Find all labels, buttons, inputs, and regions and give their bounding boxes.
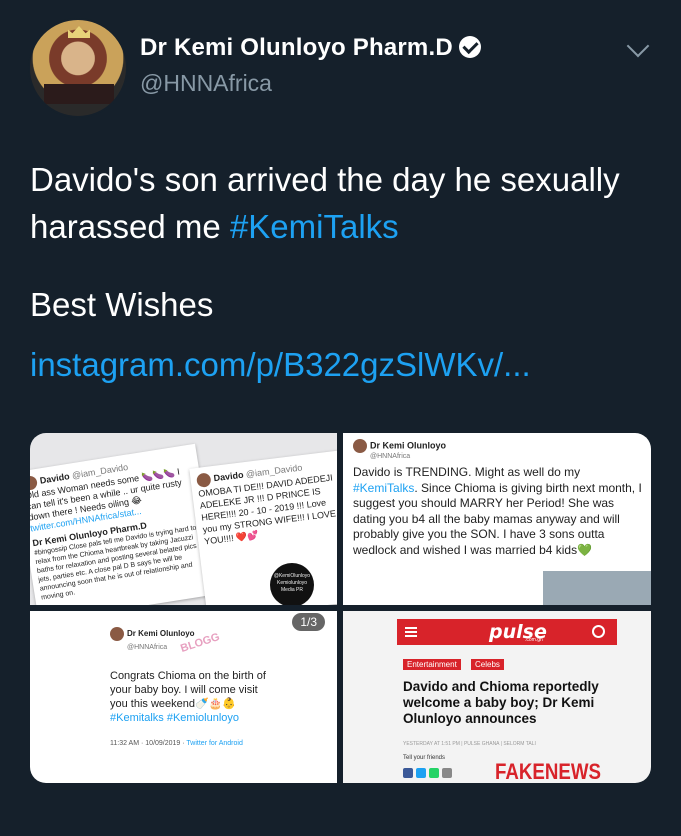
tweet-text-line2: Best Wishes bbox=[30, 286, 214, 323]
instagram-link[interactable]: instagram.com/p/B322gzSlWKv/... bbox=[30, 346, 531, 384]
media-pager: 1/3 bbox=[292, 613, 325, 631]
chevron-down-icon[interactable] bbox=[626, 34, 650, 58]
card-meta: 11:32 AM · 10/09/2019 · Twitter for Andr… bbox=[110, 737, 270, 751]
share-label: Tell your friends bbox=[403, 755, 446, 761]
card-hashtags: #Kemitalks #Kemiolunloyo bbox=[110, 712, 240, 725]
tag-entertainment: Entertainment bbox=[403, 659, 461, 670]
tweet-text: Davido's son arrived the day he sexually… bbox=[30, 156, 660, 250]
card-meta-app: Twitter for Android bbox=[186, 740, 243, 748]
fake-news-stamp: FAKENEWS bbox=[495, 759, 601, 783]
media-image-1[interactable]: Davido @iam_Davido Old ass Woman needs s… bbox=[30, 433, 337, 605]
card-text-part-1: Davido is TRENDING. Might as well do my bbox=[353, 465, 581, 479]
mail-icon bbox=[442, 768, 452, 778]
whatsapp-icon bbox=[429, 768, 439, 778]
article-headline: Davido and Chioma reportedly welcome a b… bbox=[403, 679, 599, 726]
search-icon bbox=[592, 625, 605, 638]
avatar-sash bbox=[44, 84, 114, 104]
card-author-name: Davido bbox=[213, 469, 245, 484]
author-name-row[interactable]: Dr Kemi Olunloyo Pharm.D bbox=[140, 34, 481, 62]
menu-icon bbox=[405, 627, 417, 629]
screenshot-card-davido-2: Davido @iam_Davido OMOBA TI DE!!! DAVID … bbox=[189, 450, 337, 605]
pulse-logo-sub: .com.gh bbox=[525, 637, 543, 643]
author-avatar[interactable] bbox=[28, 18, 128, 118]
twitter-icon bbox=[416, 768, 426, 778]
media-image-3[interactable]: Dr Kemi Olunloyo @HNNAfrica Congrats Chi… bbox=[30, 611, 337, 783]
avatar bbox=[110, 627, 124, 641]
crown-icon bbox=[68, 26, 90, 38]
card-author-handle: @HNNAfrica bbox=[370, 453, 411, 460]
author-handle[interactable]: @HNNAfrica bbox=[140, 70, 272, 97]
card-author-name: Dr Kemi Olunloyo bbox=[370, 440, 447, 451]
media-logo-watermark: @KemiOlunloyo Kemiolunloyo Media PR bbox=[270, 563, 314, 605]
author-name[interactable]: Dr Kemi Olunloyo Pharm.D bbox=[140, 34, 453, 61]
card-author-name: Dr Kemi Olunloyo bbox=[127, 629, 195, 639]
card-hashtag: #KemiTalks bbox=[353, 480, 415, 495]
media-image-4[interactable]: pulse .com.gh Entertainment Celebs David… bbox=[343, 611, 651, 783]
card-text: Congrats Chioma on the birth of your bab… bbox=[110, 670, 266, 711]
hashtag-link[interactable]: #KemiTalks bbox=[230, 208, 399, 245]
media-grid[interactable]: Davido @iam_Davido Old ass Woman needs s… bbox=[30, 433, 651, 783]
card-header: Dr Kemi Olunloyo @HNNAfrica bbox=[353, 439, 446, 460]
card-photo bbox=[543, 571, 651, 605]
card-text: Davido is TRENDING. Might as well do my … bbox=[353, 465, 645, 558]
facebook-icon bbox=[403, 768, 413, 778]
pulse-header-bar: pulse .com.gh bbox=[397, 619, 617, 645]
avatar bbox=[353, 439, 367, 453]
tag-celebs: Celebs bbox=[471, 659, 504, 670]
media-image-2[interactable]: Dr Kemi Olunloyo @HNNAfrica Davido is TR… bbox=[343, 433, 651, 605]
card-meta-time: 11:32 AM · 10/09/2019 · bbox=[110, 740, 185, 748]
article-meta: YESTERDAY AT 1:51 PM | PULSE GHANA | SEL… bbox=[403, 741, 536, 747]
share-icons bbox=[403, 765, 455, 783]
verified-badge-icon bbox=[458, 36, 481, 58]
